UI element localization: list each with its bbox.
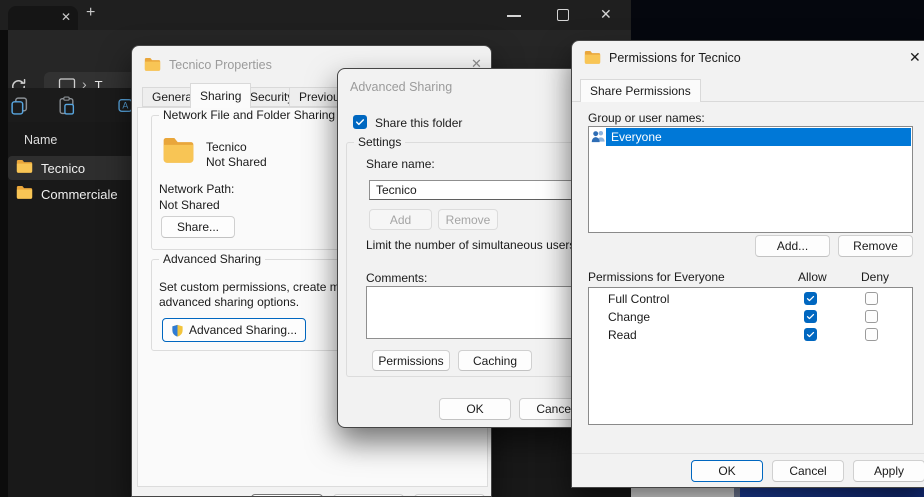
deny-column-header: Deny bbox=[861, 270, 889, 284]
share-name-input[interactable] bbox=[369, 180, 577, 200]
ok-button[interactable]: OK bbox=[439, 398, 511, 420]
column-header-name[interactable]: Name bbox=[24, 133, 57, 147]
shared-folder-status: Not Shared bbox=[206, 155, 267, 169]
allow-column-header: Allow bbox=[798, 270, 827, 284]
cancel-button[interactable]: Cancel bbox=[772, 460, 844, 482]
folder-icon bbox=[584, 50, 601, 67]
add-button[interactable]: Add bbox=[369, 209, 432, 230]
tab-sharing[interactable]: Sharing bbox=[190, 83, 251, 108]
apply-button[interactable]: Apply bbox=[853, 460, 924, 482]
folder-icon bbox=[16, 159, 33, 178]
allow-full-control-checkbox[interactable] bbox=[804, 292, 817, 305]
permissions-list[interactable] bbox=[588, 287, 913, 425]
folder-icon bbox=[144, 57, 161, 74]
ok-button[interactable]: OK bbox=[691, 460, 763, 482]
advanced-sharing-button-label: Advanced Sharing... bbox=[189, 323, 297, 337]
list-item-label: Everyone bbox=[611, 130, 662, 144]
desktop-fragment-light bbox=[631, 488, 734, 497]
explorer-left-edge bbox=[0, 30, 8, 497]
dialog-title: Advanced Sharing bbox=[350, 80, 452, 94]
tab-close-icon[interactable]: ✕ bbox=[61, 10, 71, 24]
settings-group: Settings bbox=[346, 142, 577, 377]
permission-row-label: Read bbox=[608, 328, 637, 342]
advanced-description-line2: advanced sharing options. bbox=[159, 295, 299, 309]
comments-textarea[interactable] bbox=[366, 286, 577, 339]
folder-icon bbox=[16, 185, 33, 204]
allow-read-checkbox[interactable] bbox=[804, 328, 817, 341]
group-user-list[interactable]: Everyone bbox=[588, 126, 913, 233]
deny-full-control-checkbox[interactable] bbox=[865, 292, 878, 305]
dialog-title: Permissions for Tecnico bbox=[609, 51, 741, 65]
limit-users-label: Limit the number of simultaneous users t… bbox=[366, 238, 592, 252]
share-this-folder-checkbox[interactable] bbox=[353, 115, 367, 129]
new-tab-button[interactable]: + bbox=[86, 4, 95, 22]
explorer-active-tab[interactable]: ✕ bbox=[8, 6, 78, 30]
group-title: Network File and Folder Sharing bbox=[159, 108, 339, 122]
remove-button[interactable]: Remove bbox=[438, 209, 498, 230]
dialog-title: Tecnico Properties bbox=[169, 58, 272, 72]
group-title: Advanced Sharing bbox=[159, 252, 265, 266]
group-user-names-label: Group or user names: bbox=[588, 111, 705, 125]
uac-shield-icon bbox=[171, 324, 184, 337]
svg-text:A: A bbox=[122, 100, 128, 110]
comments-label: Comments: bbox=[366, 271, 427, 285]
minimize-button[interactable] bbox=[507, 15, 521, 17]
advanced-sharing-button[interactable]: Advanced Sharing... bbox=[162, 318, 306, 342]
network-path-label: Network Path: bbox=[159, 182, 234, 196]
file-row-label: Tecnico bbox=[41, 161, 85, 176]
deny-read-checkbox[interactable] bbox=[865, 328, 878, 341]
copy-icon[interactable] bbox=[10, 96, 29, 115]
window-close-button[interactable]: ✕ bbox=[600, 6, 612, 23]
paste-icon[interactable] bbox=[57, 96, 76, 115]
add-button[interactable]: Add... bbox=[755, 235, 830, 257]
tab-share-permissions[interactable]: Share Permissions bbox=[580, 79, 701, 102]
share-this-folder-label: Share this folder bbox=[375, 116, 462, 130]
caching-button[interactable]: Caching bbox=[458, 350, 532, 371]
advanced-sharing-dialog: Advanced Sharing Share this folder Setti… bbox=[337, 68, 577, 428]
permissions-dialog: Permissions for Tecnico ✕ Share Permissi… bbox=[571, 40, 924, 488]
share-name-label: Share name: bbox=[366, 157, 435, 171]
list-item-everyone[interactable]: Everyone bbox=[606, 128, 911, 146]
deny-change-checkbox[interactable] bbox=[865, 310, 878, 323]
share-button[interactable]: Share... bbox=[161, 216, 235, 238]
remove-button[interactable]: Remove bbox=[838, 235, 913, 257]
shared-folder-name: Tecnico bbox=[206, 140, 247, 154]
everyone-group-icon bbox=[591, 129, 606, 146]
permissions-for-label: Permissions for Everyone bbox=[588, 270, 725, 284]
desktop-wallpaper-bloom bbox=[740, 488, 924, 497]
permissions-button[interactable]: Permissions bbox=[372, 350, 450, 371]
file-row-label: Commerciale bbox=[41, 187, 118, 202]
allow-change-checkbox[interactable] bbox=[804, 310, 817, 323]
explorer-tab-bar: ✕ + ✕ bbox=[0, 0, 631, 30]
advanced-description-line1: Set custom permissions, create multip bbox=[159, 280, 362, 294]
maximize-button[interactable] bbox=[557, 9, 569, 21]
folder-icon-large bbox=[162, 136, 195, 166]
footer-divider bbox=[572, 453, 924, 454]
permission-row-label: Full Control bbox=[608, 292, 669, 306]
network-path-value: Not Shared bbox=[159, 198, 220, 212]
permission-row-label: Change bbox=[608, 310, 650, 324]
close-icon[interactable]: ✕ bbox=[909, 49, 921, 66]
group-title: Settings bbox=[354, 135, 405, 149]
